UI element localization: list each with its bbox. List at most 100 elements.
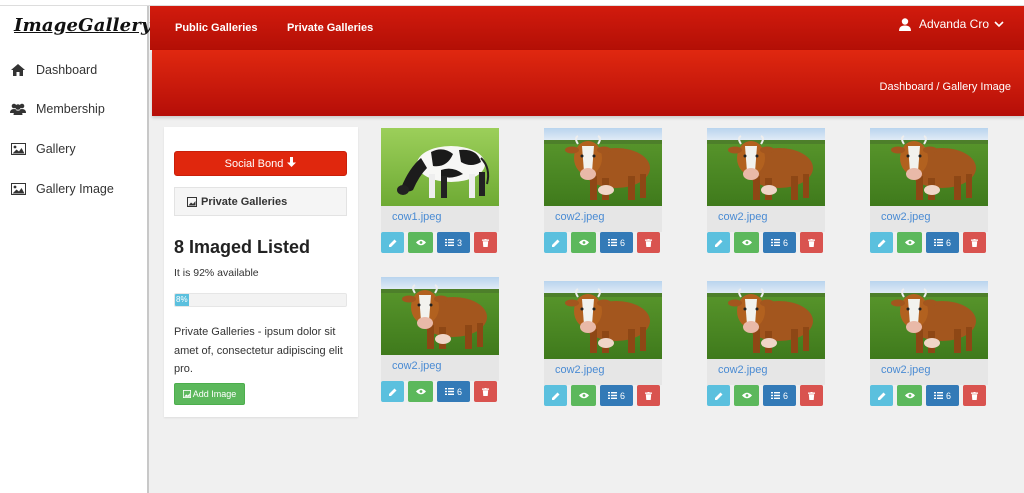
gallery-thumbnail[interactable]	[870, 128, 988, 206]
gallery-thumbnail[interactable]	[381, 277, 499, 355]
image-filename-link[interactable]: cow2.jpeg	[544, 206, 662, 232]
edit-button[interactable]	[544, 232, 567, 253]
add-image-button[interactable]: Add Image	[174, 383, 245, 405]
social-bond-button[interactable]: Social Bond	[174, 151, 347, 176]
picture-icon	[182, 390, 191, 398]
trash-icon	[971, 238, 978, 247]
nav-private-galleries[interactable]: Private Galleries	[287, 22, 373, 34]
pencil-icon	[388, 388, 396, 396]
trash-icon	[808, 238, 815, 247]
users-icon	[10, 102, 26, 116]
user-menu[interactable]: Advanda Cro	[898, 17, 1012, 31]
image-count-heading: 8 Imaged Listed	[174, 237, 311, 257]
image-filename-link[interactable]: cow2.jpeg	[870, 206, 988, 232]
delete-button[interactable]	[474, 381, 497, 402]
delete-button[interactable]	[637, 232, 660, 253]
list-count: 6	[619, 390, 625, 401]
image-filename-link[interactable]: cow2.jpeg	[381, 355, 499, 381]
list-count-button[interactable]: 6	[600, 232, 633, 253]
eye-icon	[904, 392, 915, 399]
eye-icon	[578, 392, 589, 399]
view-button[interactable]	[897, 232, 922, 253]
list-count-button[interactable]: 6	[763, 232, 796, 253]
view-button[interactable]	[408, 381, 433, 402]
list-icon	[607, 392, 617, 399]
delete-button[interactable]	[474, 232, 497, 253]
list-count: 6	[945, 237, 951, 248]
card-actions: 6	[381, 381, 501, 403]
view-button[interactable]	[571, 385, 596, 406]
sidebar: ImageGallery Dashboard Membership Galler…	[0, 6, 152, 493]
pencil-icon	[388, 239, 396, 247]
sidebar-item-dashboard[interactable]: Dashboard	[10, 60, 97, 80]
list-count-button[interactable]: 6	[437, 381, 470, 402]
delete-button[interactable]	[963, 232, 986, 253]
list-count-button[interactable]: 6	[926, 232, 959, 253]
eye-icon	[741, 392, 752, 399]
sidebar-item-gallery[interactable]: Gallery	[10, 139, 76, 159]
image-filename-link[interactable]: cow2.jpeg	[707, 359, 825, 385]
list-count: 6	[619, 237, 625, 248]
delete-button[interactable]	[800, 232, 823, 253]
edit-button[interactable]	[870, 385, 893, 406]
trash-icon	[808, 391, 815, 400]
page-banner: Dashboard / Gallery Image	[152, 50, 1024, 116]
list-count-button[interactable]: 3	[437, 232, 470, 253]
card-actions: 6	[544, 232, 664, 254]
edit-button[interactable]	[544, 385, 567, 406]
sidebar-item-label: Gallery Image	[36, 182, 114, 196]
gallery-thumbnail[interactable]	[707, 281, 825, 359]
list-count-button[interactable]: 6	[600, 385, 633, 406]
top-navbar: Public Galleries Private Galleries Advan…	[150, 6, 1024, 50]
list-count-button[interactable]: 6	[763, 385, 796, 406]
list-count-button[interactable]: 6	[926, 385, 959, 406]
progress-bar: 8%	[174, 293, 347, 307]
gallery-thumbnail[interactable]	[544, 281, 662, 359]
edit-button[interactable]	[870, 232, 893, 253]
view-button[interactable]	[734, 385, 759, 406]
gallery-thumbnail[interactable]	[707, 128, 825, 206]
sidebar-item-label: Gallery	[36, 142, 76, 156]
view-button[interactable]	[734, 232, 759, 253]
gallery-thumbnail[interactable]	[544, 128, 662, 206]
pencil-icon	[551, 392, 559, 400]
list-icon	[933, 392, 943, 399]
sidebar-item-membership[interactable]: Membership	[10, 99, 105, 119]
gallery-thumbnail[interactable]	[381, 128, 499, 206]
image-filename-link[interactable]: cow1.jpeg	[381, 206, 499, 232]
sidebar-item-label: Dashboard	[36, 63, 98, 77]
list-count: 6	[782, 237, 788, 248]
progress-fill: 8%	[175, 294, 189, 306]
trash-icon	[482, 238, 489, 247]
edit-button[interactable]	[381, 381, 404, 402]
delete-button[interactable]	[963, 385, 986, 406]
image-filename-link[interactable]: cow2.jpeg	[870, 359, 988, 385]
sidebar-item-gallery-image[interactable]: Gallery Image	[10, 179, 114, 199]
view-button[interactable]	[408, 232, 433, 253]
list-count: 3	[456, 237, 462, 248]
app-logo[interactable]: ImageGallery	[14, 15, 152, 36]
view-button[interactable]	[897, 385, 922, 406]
availability-text: It is 92% available	[174, 267, 259, 279]
edit-button[interactable]	[381, 232, 404, 253]
list-icon	[607, 239, 617, 246]
eye-icon	[578, 239, 589, 246]
delete-button[interactable]	[800, 385, 823, 406]
image-filename-link[interactable]: cow2.jpeg	[707, 206, 825, 232]
breadcrumb: Dashboard / Gallery Image	[879, 81, 1011, 93]
gallery-thumbnail[interactable]	[870, 281, 988, 359]
list-count: 6	[782, 390, 788, 401]
list-icon	[770, 392, 780, 399]
image-filename-link[interactable]: cow2.jpeg	[544, 359, 662, 385]
delete-button[interactable]	[637, 385, 660, 406]
pencil-icon	[714, 239, 722, 247]
view-button[interactable]	[571, 232, 596, 253]
nav-public-galleries[interactable]: Public Galleries	[175, 22, 258, 34]
eye-icon	[904, 239, 915, 246]
trash-icon	[645, 238, 652, 247]
edit-button[interactable]	[707, 232, 730, 253]
sidebar-item-label: Membership	[36, 102, 105, 116]
trash-icon	[482, 387, 489, 396]
list-count: 6	[456, 386, 462, 397]
edit-button[interactable]	[707, 385, 730, 406]
